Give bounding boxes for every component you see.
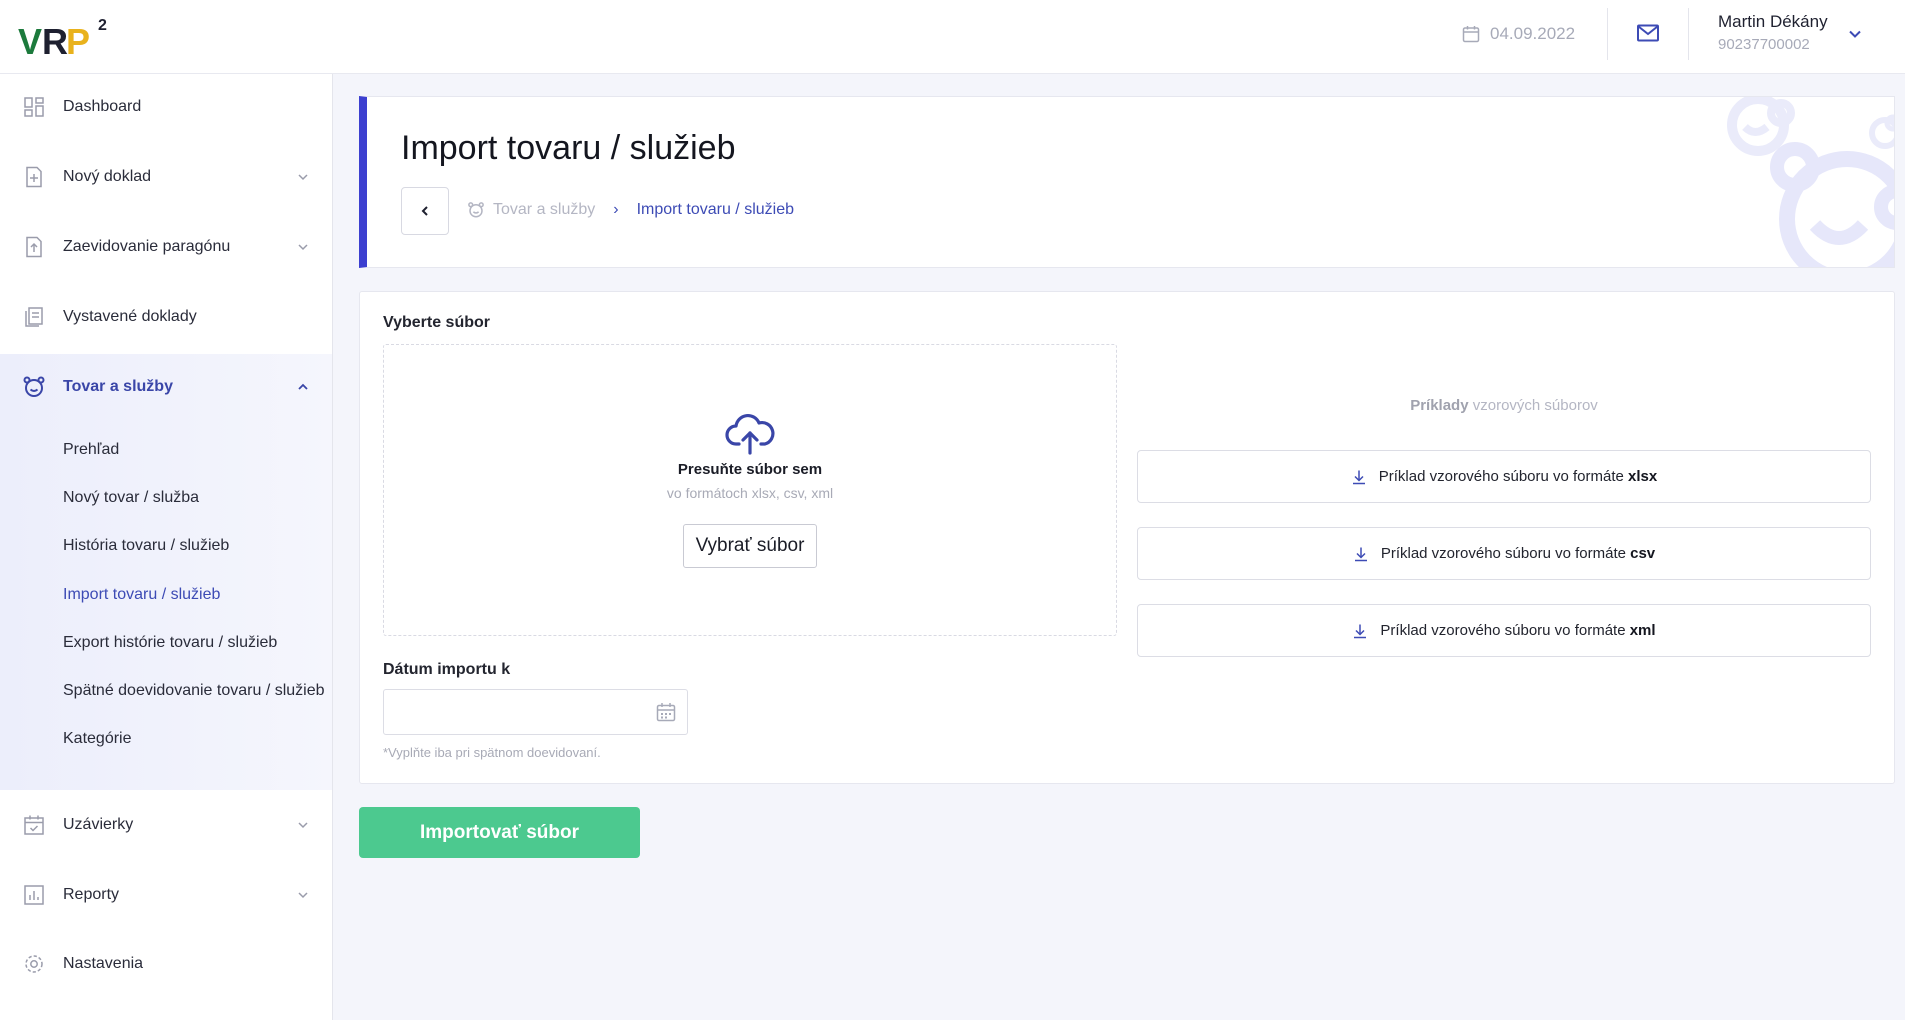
page-header: Import tovaru / služieb Tovar a služby ›… — [359, 96, 1895, 268]
examples-title-bold: Príklady — [1410, 397, 1469, 414]
sidebar-item-label: Dashboard — [63, 98, 142, 115]
sidebar-subitem-new-product[interactable]: Nový tovar / služba — [63, 489, 199, 507]
import-date-input[interactable] — [383, 689, 688, 735]
sidebar-subitem-history[interactable]: História tovaru / služieb — [63, 537, 229, 555]
sidebar-item-closures[interactable]: Uzávierky — [0, 800, 332, 850]
sidebar-item-products[interactable]: Tovar a služby — [0, 362, 332, 412]
sidebar-subitem-export-history[interactable]: Export histórie tovaru / služieb — [63, 634, 277, 652]
download-icon — [1354, 624, 1367, 638]
top-bar: V R P 2 04.09.2022 Martin Dékány 9023770… — [0, 0, 1905, 74]
choose-file-button[interactable]: Vybrať súbor — [683, 524, 817, 568]
chevron-down-icon — [298, 174, 308, 181]
download-icon — [1354, 547, 1367, 561]
active-group-background — [0, 354, 332, 790]
sidebar-subitem-import[interactable]: Import tovaru / služieb — [63, 586, 220, 604]
sidebar-item-label: Nastavenia — [63, 955, 144, 972]
issued-documents-icon — [25, 307, 43, 327]
select-file-label: Vyberte súbor — [383, 314, 490, 331]
breadcrumb-current: Import tovaru / služieb — [636, 201, 794, 218]
gear-icon — [25, 955, 43, 973]
import-form-card: Vyberte súbor Presuňte súbor sem vo form… — [359, 291, 1895, 784]
chevron-down-icon — [298, 244, 308, 251]
breadcrumb-parent[interactable]: Tovar a služby — [493, 201, 595, 219]
example-format: csv — [1630, 545, 1656, 562]
sidebar-item-label: Reporty — [63, 886, 120, 903]
dashboard-icon — [24, 97, 44, 117]
chevron-left-icon — [421, 206, 428, 216]
chart-icon — [24, 885, 44, 905]
example-button-label: Príklad vzorového súboru vo formáte csv — [1381, 545, 1655, 562]
sidebar: Dashboard Nový doklad Zaevidovanie parag… — [0, 74, 333, 1020]
calendar-icon — [1462, 26, 1480, 43]
receipt-upload-icon — [26, 236, 42, 258]
sidebar-item-label: Tovar a služby — [63, 378, 173, 395]
example-prefix: Príklad vzorového súboru vo formáte — [1378, 468, 1629, 485]
calendar-icon[interactable] — [656, 702, 676, 722]
example-xml-button[interactable]: Príklad vzorového súboru vo formáte xml — [1137, 604, 1871, 657]
chevron-up-icon — [298, 383, 308, 390]
chevron-down-icon — [298, 892, 308, 899]
chevron-down-icon — [298, 822, 308, 829]
file-dropzone[interactable]: Presuňte súbor sem vo formátoch xlsx, cs… — [383, 344, 1117, 636]
sidebar-subitem-overview[interactable]: Prehľad — [63, 441, 119, 459]
app-logo[interactable]: V R P 2 — [18, 12, 118, 62]
example-prefix: Príklad vzorového súboru vo formáte — [1380, 622, 1630, 639]
breadcrumb: Tovar a služby › Import tovaru / služieb — [467, 201, 794, 219]
example-xlsx-button[interactable]: Príklad vzorového súboru vo formáte xlsx — [1137, 450, 1871, 503]
bear-icon — [23, 376, 45, 397]
sidebar-item-label: Nový doklad — [63, 168, 152, 185]
divider — [1607, 8, 1608, 60]
import-date-note: *Vyplňte iba pri spätnom doevidovaní. — [383, 745, 601, 760]
breadcrumb-separator: › — [613, 201, 619, 218]
example-button-label: Príklad vzorového súboru vo formáte xml — [1380, 622, 1655, 639]
mail-icon[interactable] — [1635, 20, 1661, 46]
chevron-down-icon[interactable] — [1846, 25, 1864, 43]
example-format: xlsx — [1628, 468, 1658, 485]
user-menu[interactable]: Martin Dékány 90237700002 — [1718, 12, 1828, 53]
sidebar-item-reports[interactable]: Reporty — [0, 870, 332, 920]
cloud-upload-icon — [725, 413, 775, 455]
example-format: xml — [1629, 622, 1656, 639]
current-date-text: 04.09.2022 — [1490, 24, 1576, 43]
sidebar-item-receipt[interactable]: Zaevidovanie paragónu — [0, 222, 332, 272]
example-csv-button[interactable]: Príklad vzorového súboru vo formáte csv — [1137, 527, 1871, 580]
import-file-button[interactable]: Importovať súbor — [359, 807, 640, 858]
example-prefix: Príklad vzorového súboru vo formáte — [1380, 545, 1631, 562]
svg-text:2: 2 — [98, 17, 107, 34]
example-button-label: Príklad vzorového súboru vo formáte xlsx — [1379, 468, 1658, 485]
user-id: 90237700002 — [1718, 36, 1810, 53]
bear-decoration-icon — [1727, 97, 1894, 267]
sidebar-item-label: Uzávierky — [63, 816, 134, 833]
current-date: 04.09.2022 — [1462, 22, 1575, 46]
user-name: Martin Dékány — [1718, 12, 1828, 31]
new-document-icon — [26, 166, 42, 188]
download-icon — [1352, 470, 1365, 484]
svg-text:V: V — [18, 21, 42, 60]
examples-title: Príklady vzorových súborov — [1137, 397, 1871, 414]
sidebar-item-issued-documents[interactable]: Vystavené doklady — [0, 292, 332, 342]
bear-icon — [468, 202, 484, 218]
dropzone-hint: vo formátoch xlsx, csv, xml — [666, 485, 834, 501]
examples-title-rest: vzorových súborov — [1468, 397, 1598, 414]
import-date-label: Dátum importu k — [383, 661, 511, 678]
sidebar-item-label: Zaevidovanie paragónu — [63, 238, 231, 255]
sidebar-item-dashboard[interactable]: Dashboard — [0, 82, 332, 132]
sidebar-item-label: Vystavené doklady — [63, 308, 197, 325]
divider — [1688, 8, 1689, 60]
svg-text:P: P — [66, 21, 90, 60]
dropzone-title: Presuňte súbor sem — [677, 461, 823, 478]
sidebar-item-settings[interactable]: Nastavenia — [0, 939, 332, 989]
sidebar-subitem-retro-record[interactable]: Spätné doevidovanie tovaru / služieb — [63, 682, 325, 700]
back-button[interactable] — [401, 187, 449, 235]
calendar-check-icon — [24, 815, 44, 835]
svg-text:R: R — [42, 21, 68, 60]
sidebar-item-new-document[interactable]: Nový doklad — [0, 152, 332, 202]
sidebar-subitem-categories[interactable]: Kategórie — [63, 730, 132, 748]
page-title: Import tovaru / služieb — [401, 129, 736, 167]
